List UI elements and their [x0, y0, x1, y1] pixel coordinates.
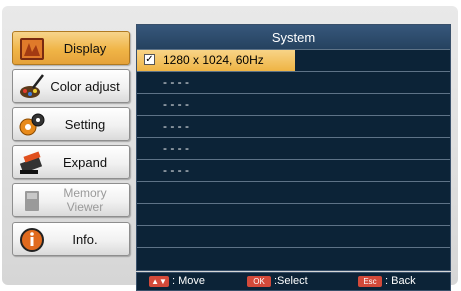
list-item[interactable]: - - - -: [137, 115, 450, 137]
list-item: [137, 203, 450, 225]
memory-card-icon: [25, 191, 39, 211]
up-down-arrow-key-icon: ▲▼: [149, 276, 169, 287]
display-icon: [20, 38, 44, 60]
expand-icon: [19, 151, 43, 174]
list-item[interactable]: - - - -: [137, 137, 450, 159]
sidebar-item-label: Display: [63, 40, 107, 56]
list-item: [137, 247, 450, 269]
sidebar-item-expand[interactable]: Expand: [12, 145, 130, 179]
sidebar-item-label: Expand: [62, 154, 108, 170]
select-hint: :Select: [274, 275, 308, 287]
sidebar-item-setting[interactable]: Setting: [12, 107, 130, 141]
back-hint: : Back: [385, 275, 416, 287]
key-hint-bar: ▲▼ : Move OK :Select Esc : Back: [136, 272, 451, 291]
list-item[interactable]: - - - -: [137, 93, 450, 115]
checkbox-checked-icon: ✓: [144, 54, 155, 65]
sidebar-item-display[interactable]: Display: [12, 31, 130, 65]
list-item-label: - - - -: [163, 97, 189, 111]
move-hint: : Move: [172, 275, 206, 287]
sidebar-item-label: Color adjust: [50, 78, 120, 94]
list-item-label: - - - -: [163, 119, 189, 133]
panel-title: System: [137, 25, 450, 49]
list-item[interactable]: ✓ 1280 x 1024, 60Hz: [137, 49, 450, 71]
list-item-label: - - - -: [163, 75, 189, 89]
sidebar-item-label: Info.: [72, 231, 98, 247]
color-adjust-icon: [20, 74, 44, 98]
list-item: [137, 181, 450, 203]
sidebar-item-label: Memory Viewer: [63, 186, 107, 214]
system-panel: System ✓ 1280 x 1024, 60Hz - - - - - - -…: [136, 24, 451, 271]
ok-key-icon: OK: [247, 276, 271, 287]
sidebar-item-info[interactable]: Info.: [12, 222, 130, 256]
list-item-label: 1280 x 1024, 60Hz: [163, 53, 264, 67]
info-icon: [20, 228, 44, 252]
sidebar-item-color-adjust[interactable]: Color adjust: [12, 69, 130, 103]
list-item-label: - - - -: [163, 141, 189, 155]
sidebar-item-memory-viewer[interactable]: Memory Viewer: [12, 183, 130, 217]
list-item[interactable]: - - - -: [137, 159, 450, 181]
projector-menu-screen: Display Color adjust Setting Expand Memo…: [2, 6, 458, 291]
sidebar-item-label: Setting: [64, 116, 106, 132]
gears-icon: [19, 113, 45, 136]
list-item: [137, 225, 450, 247]
list-item[interactable]: - - - -: [137, 71, 450, 93]
list-item-label: - - - -: [163, 163, 189, 177]
esc-key-icon: Esc: [358, 276, 382, 287]
